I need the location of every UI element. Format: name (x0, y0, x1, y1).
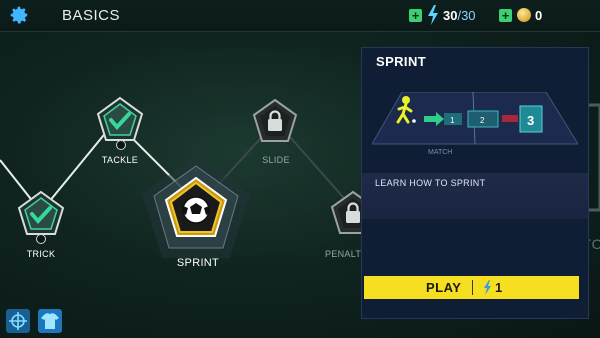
panel-description-box: LEARN HOW TO SPRINT (362, 173, 588, 219)
step-three: 3 (527, 113, 534, 128)
play-button[interactable]: PLAY 1 (364, 276, 579, 299)
target-button[interactable] (6, 309, 30, 333)
badge-icon (36, 234, 46, 244)
crosshair-icon (9, 312, 27, 330)
jersey-icon (41, 313, 59, 329)
check-icon (17, 190, 65, 235)
badge-icon (116, 140, 126, 150)
play-divider (472, 280, 473, 295)
skill-label-trick: TRICK (26, 249, 56, 259)
step-two: 2 (480, 116, 485, 125)
lock-icon (252, 98, 298, 142)
skill-label-slide: SLIDE (262, 155, 290, 165)
step-one: 1 (450, 116, 455, 125)
check-icon (96, 96, 144, 141)
skill-node-sprint[interactable] (136, 152, 256, 267)
panel-description: LEARN HOW TO SPRINT (375, 178, 486, 188)
play-energy-cost: 1 (495, 280, 503, 295)
soccer-ball-icon (142, 156, 250, 258)
kit-button[interactable] (38, 309, 62, 333)
skill-label-sprint: SPRINT (176, 257, 220, 269)
sprint-illustration: 1 2 3 MATCH (372, 92, 578, 156)
panel-title: SPRINT (376, 54, 427, 69)
skill-node-slide[interactable] (252, 98, 298, 149)
illustration-label: MATCH (428, 149, 452, 156)
play-button-label: PLAY (426, 280, 462, 295)
energy-bolt-icon (484, 280, 491, 295)
